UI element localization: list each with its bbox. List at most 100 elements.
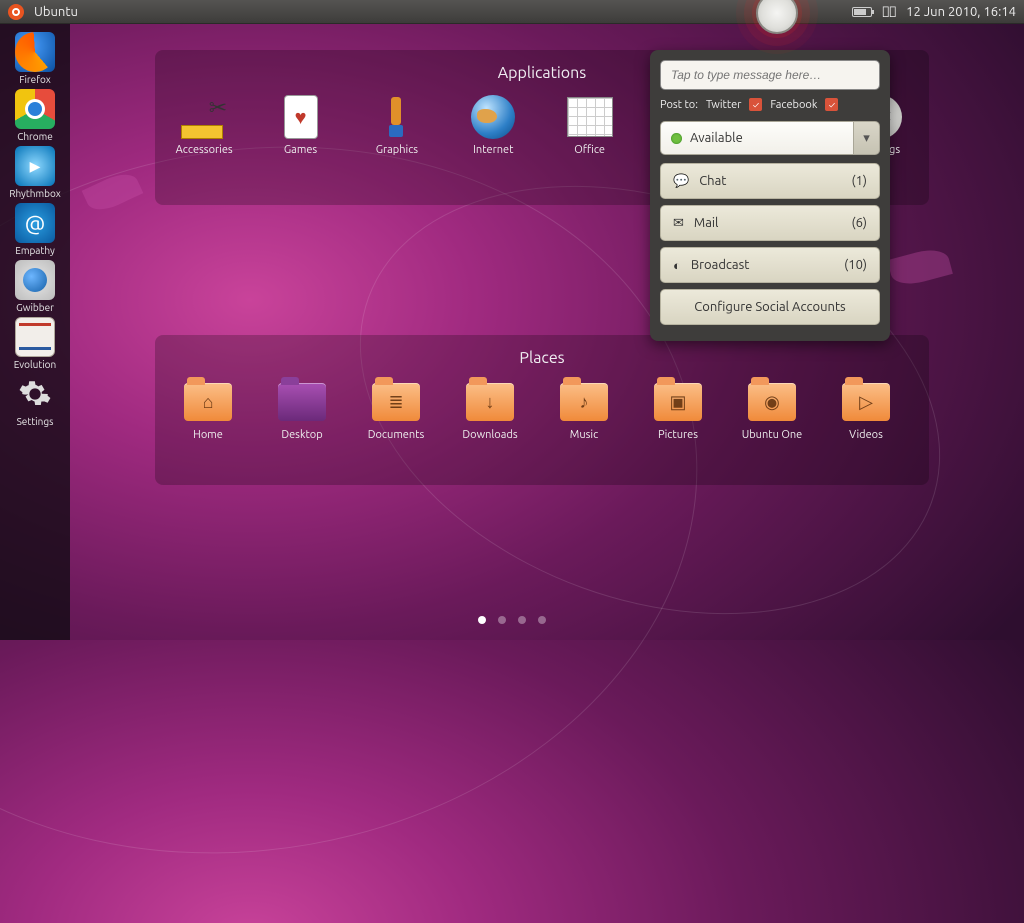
workspace-pager[interactable] (0, 616, 1024, 624)
chrome-icon (15, 89, 55, 129)
memenu-row-label: Chat (699, 174, 726, 188)
status-label: Available (690, 131, 743, 145)
gear-icon (15, 374, 55, 414)
memenu-row-label: Mail (694, 216, 719, 230)
launcher-label: Settings (17, 416, 54, 427)
launcher-label: Firefox (19, 74, 51, 85)
ubuntu-logo-icon[interactable] (8, 4, 24, 20)
places-panel: Places ⌂ Home Desktop ≣ Documents ↓ Downloads ♪… (155, 335, 929, 485)
app-games[interactable]: ♥ Games (271, 94, 329, 156)
panel-title: Ubuntu (34, 5, 78, 19)
globe-icon (471, 95, 515, 139)
app-label: Accessories (176, 144, 233, 156)
place-label: Ubuntu One (742, 429, 803, 441)
place-label: Pictures (658, 429, 698, 441)
rhythm-icon (15, 146, 55, 186)
post-target-twitter: Twitter (706, 99, 741, 111)
folder-icon: ≣ (372, 383, 420, 421)
me-menu-popup: Post to: Twitter ✓ Facebook ✓ Available … (650, 50, 890, 341)
place-ubuntu-one[interactable]: ◉ Ubuntu One (739, 379, 805, 441)
memenu-row-count: (1) (851, 174, 867, 188)
memenu-chat-row[interactable]: 💬 Chat (1) (660, 163, 880, 199)
status-available-icon (671, 133, 682, 144)
post-target-facebook: Facebook (770, 99, 817, 111)
launcher-label: Gwibber (16, 302, 54, 313)
page-dot[interactable] (518, 616, 526, 624)
memenu-broadcast-row[interactable]: ◐ Broadcast (10) (660, 247, 880, 283)
status-selector[interactable]: Available ▾ (660, 121, 880, 155)
broadcast-input[interactable] (660, 60, 880, 90)
launcher-empathy[interactable]: @ Empathy (4, 203, 66, 256)
place-label: Documents (368, 429, 425, 441)
folder-icon: ▷ (842, 383, 890, 421)
app-label: Games (284, 144, 317, 156)
folder-icon: ▣ (654, 383, 702, 421)
ruler-scissors-icon (181, 95, 227, 139)
mail-icon: ✉ (673, 216, 684, 231)
facebook-checkbox[interactable]: ✓ (825, 98, 838, 111)
chat-icon: 💬 (673, 174, 689, 189)
status-dropdown-arrow[interactable]: ▾ (854, 121, 880, 155)
launcher-label: Chrome (17, 131, 53, 142)
place-label: Music (570, 429, 598, 441)
page-dot[interactable] (498, 616, 506, 624)
top-panel: Ubuntu ◉⃝ 12 Jun 2010, 16:14 (0, 0, 1024, 24)
me-menu-button[interactable] (756, 0, 798, 34)
launcher-label: Empathy (15, 245, 55, 256)
launcher-chrome[interactable]: Chrome (4, 89, 66, 142)
app-label: Internet (473, 144, 513, 156)
folder-icon: ◉ (748, 383, 796, 421)
broadcast-icon: ◐ (673, 258, 681, 273)
spreadsheet-icon (567, 97, 613, 137)
folder-icon: ♪ (560, 383, 608, 421)
app-label: Office (574, 144, 605, 156)
place-desktop[interactable]: Desktop (269, 379, 335, 441)
app-accessories[interactable]: Accessories (175, 94, 233, 156)
evolution-icon (15, 317, 55, 357)
place-label: Videos (849, 429, 883, 441)
playing-card-icon: ♥ (284, 95, 318, 139)
configure-social-accounts-button[interactable]: Configure Social Accounts (660, 289, 880, 325)
memenu-row-count: (6) (851, 216, 867, 230)
place-documents[interactable]: ≣ Documents (363, 379, 429, 441)
paintbrush-icon (375, 95, 419, 139)
launcher-settings[interactable]: Settings (4, 374, 66, 427)
firefox-icon (15, 32, 55, 72)
folder-icon: ↓ (466, 383, 514, 421)
folder-icon: ⌂ (184, 383, 232, 421)
place-label: Home (193, 429, 223, 441)
at-icon: @ (15, 203, 55, 243)
memenu-row-label: Broadcast (691, 258, 750, 272)
place-music[interactable]: ♪ Music (551, 379, 617, 441)
app-internet[interactable]: Internet (464, 94, 522, 156)
page-dot[interactable] (478, 616, 486, 624)
post-to-label: Post to: (660, 99, 698, 111)
app-graphics[interactable]: Graphics (368, 94, 426, 156)
launcher-firefox[interactable]: Firefox (4, 32, 66, 85)
launcher-label: Evolution (14, 359, 56, 370)
battery-icon[interactable] (852, 7, 872, 17)
launcher-gwibber[interactable]: Gwibber (4, 260, 66, 313)
gwibber-icon (15, 260, 55, 300)
memenu-mail-row[interactable]: ✉ Mail (6) (660, 205, 880, 241)
place-label: Desktop (281, 429, 322, 441)
place-videos[interactable]: ▷ Videos (833, 379, 899, 441)
page-dot[interactable] (538, 616, 546, 624)
clock[interactable]: 12 Jun 2010, 16:14 (906, 5, 1016, 19)
place-downloads[interactable]: ↓ Downloads (457, 379, 523, 441)
launcher: Firefox Chrome Rhythmbox @ Empathy Gwibber Evo… (0, 24, 70, 640)
memenu-row-count: (10) (844, 258, 867, 272)
app-label: Graphics (376, 144, 418, 156)
launcher-evolution[interactable]: Evolution (4, 317, 66, 370)
launcher-rhythmbox[interactable]: Rhythmbox (4, 146, 66, 199)
post-to-row: Post to: Twitter ✓ Facebook ✓ (660, 98, 880, 111)
wifi-icon[interactable]: ◉⃝ (882, 5, 896, 19)
places-title: Places (175, 349, 909, 367)
folder-icon (278, 383, 326, 421)
place-home[interactable]: ⌂ Home (175, 379, 241, 441)
place-pictures[interactable]: ▣ Pictures (645, 379, 711, 441)
launcher-label: Rhythmbox (9, 188, 61, 199)
app-office[interactable]: Office (560, 94, 618, 156)
place-label: Downloads (462, 429, 517, 441)
twitter-checkbox[interactable]: ✓ (749, 98, 762, 111)
